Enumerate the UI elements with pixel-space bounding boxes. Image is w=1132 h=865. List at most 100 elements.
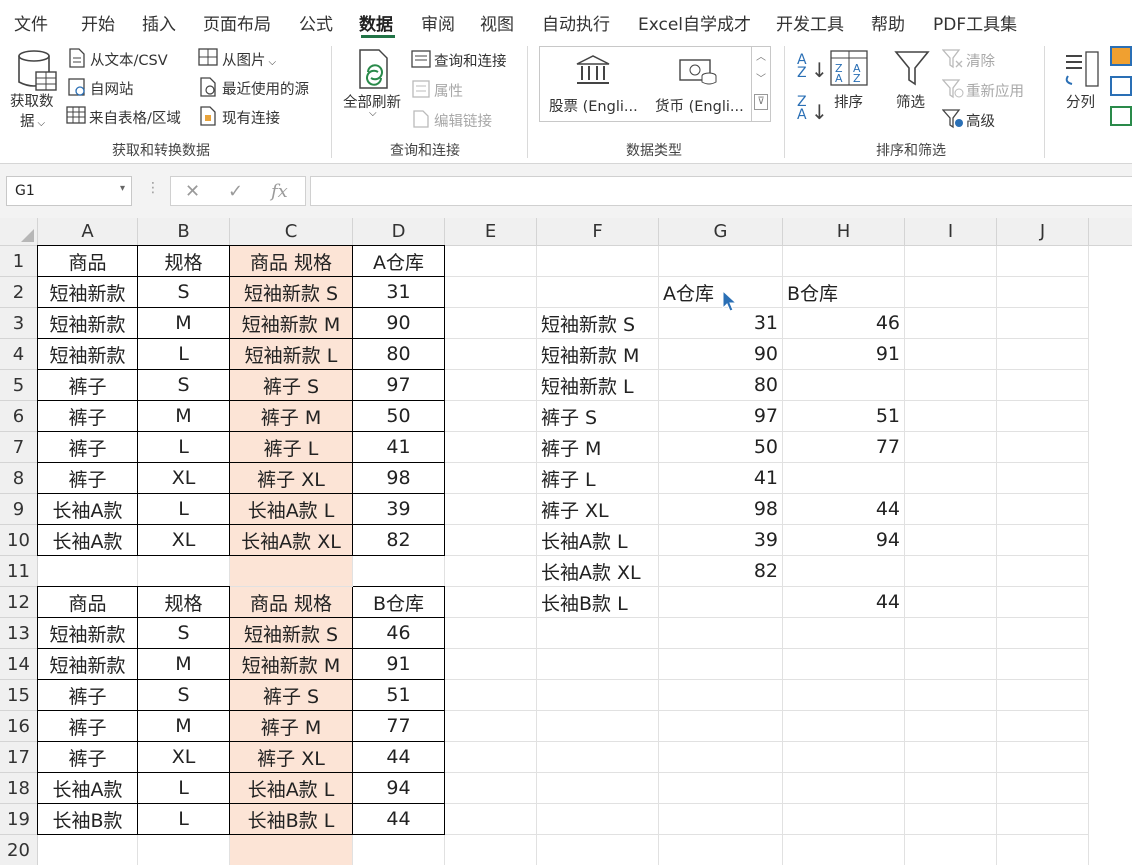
cell[interactable] (905, 494, 997, 525)
from-web-button[interactable]: 自网站 (90, 78, 134, 99)
table-cell[interactable]: 长袖A款 (37, 772, 138, 804)
cell[interactable] (997, 649, 1089, 680)
table-cell[interactable]: S (137, 617, 230, 649)
filter-button[interactable]: 筛选 (896, 91, 925, 112)
cell[interactable] (445, 618, 537, 649)
sort-az-icon[interactable]: AZ (797, 53, 807, 80)
summary-value-b[interactable]: 44 (783, 587, 905, 618)
menu-tab-1[interactable]: 文件 (14, 10, 48, 35)
cell[interactable] (997, 370, 1089, 401)
summary-value-a[interactable] (659, 587, 783, 618)
formula-input[interactable] (310, 176, 1132, 206)
cell[interactable] (905, 556, 997, 587)
cell[interactable] (445, 556, 537, 587)
table-cell[interactable]: 短袖新款 (37, 276, 138, 308)
summary-value-a[interactable]: 80 (659, 370, 783, 401)
cell[interactable] (997, 773, 1089, 804)
sort-button[interactable]: 排序 (834, 91, 863, 112)
get-data-button[interactable]: 获取数 (10, 90, 54, 111)
table-cell[interactable]: 裤子 XL (229, 462, 353, 494)
cell[interactable] (997, 277, 1089, 308)
summary-label[interactable]: 裤子 XL (537, 494, 659, 525)
table-cell[interactable]: M (137, 400, 230, 432)
column-header[interactable]: A (38, 218, 138, 246)
row-header[interactable]: 1 (0, 246, 38, 277)
table-cell[interactable]: 80 (352, 338, 445, 370)
stocks-data-type[interactable]: 股票 (Engli... (549, 95, 638, 116)
cell[interactable] (445, 711, 537, 742)
summary-value-b[interactable]: 91 (783, 339, 905, 370)
cell[interactable] (138, 835, 230, 865)
menu-tab-9[interactable]: 自动执行 (542, 10, 610, 35)
table-cell[interactable]: M (137, 648, 230, 680)
cell[interactable] (659, 804, 783, 835)
menu-tab-5[interactable]: 公式 (299, 10, 333, 35)
table-header-cell[interactable]: 商品 规格 (229, 245, 353, 277)
table-cell[interactable]: 裤子 S (229, 369, 353, 401)
cell[interactable] (905, 587, 997, 618)
existing-connections-button[interactable]: 现有连接 (222, 107, 280, 128)
cell[interactable] (783, 649, 905, 680)
cell[interactable] (659, 835, 783, 865)
table-cell[interactable]: 短袖新款 M (229, 648, 353, 680)
table-cell[interactable]: S (137, 276, 230, 308)
cell[interactable] (659, 680, 783, 711)
summary-value-b[interactable]: 46 (783, 308, 905, 339)
cell[interactable] (905, 773, 997, 804)
row-header[interactable]: 3 (0, 308, 38, 339)
cell[interactable] (537, 649, 659, 680)
cell[interactable] (353, 556, 445, 587)
cell[interactable] (537, 773, 659, 804)
table-cell[interactable]: M (137, 710, 230, 742)
table-cell[interactable]: 裤子 L (229, 431, 353, 463)
row-header[interactable]: 12 (0, 587, 38, 618)
summary-label[interactable]: 裤子 M (537, 432, 659, 463)
cell[interactable] (905, 370, 997, 401)
table-cell[interactable]: 77 (352, 710, 445, 742)
summary-value-a[interactable]: 82 (659, 556, 783, 587)
summary-value-a[interactable]: 31 (659, 308, 783, 339)
row-header[interactable]: 18 (0, 773, 38, 804)
table-cell[interactable]: 短袖新款 (37, 617, 138, 649)
cell[interactable] (537, 804, 659, 835)
table-header-cell[interactable]: 商品 (37, 586, 138, 618)
cell[interactable] (997, 804, 1089, 835)
table-cell[interactable]: 41 (352, 431, 445, 463)
table-cell[interactable]: 裤子 (37, 710, 138, 742)
clear-button[interactable]: 清除 (966, 50, 995, 71)
summary-value-b[interactable]: 51 (783, 401, 905, 432)
summary-value-a[interactable]: 39 (659, 525, 783, 556)
gallery-scroll[interactable]: ︿ ﹀ ⊽ (752, 46, 771, 122)
cell[interactable] (997, 556, 1089, 587)
table-cell[interactable]: 裤子 M (229, 710, 353, 742)
column-header[interactable]: B (138, 218, 230, 246)
cell[interactable] (905, 649, 997, 680)
table-cell[interactable]: 短袖新款 S (229, 617, 353, 649)
table-cell[interactable]: 裤子 (37, 462, 138, 494)
cell[interactable] (905, 246, 997, 277)
row-header[interactable]: 7 (0, 432, 38, 463)
table-cell[interactable]: 44 (352, 741, 445, 773)
cell[interactable] (659, 711, 783, 742)
cell[interactable] (905, 308, 997, 339)
summary-value-b[interactable]: 94 (783, 525, 905, 556)
table-cell[interactable]: XL (137, 462, 230, 494)
cell[interactable] (445, 525, 537, 556)
sort-za-icon[interactable]: ZA (797, 95, 807, 122)
queries-connections-button[interactable]: 查询和连接 (434, 50, 507, 71)
column-header[interactable]: D (353, 218, 445, 246)
table-header-cell[interactable]: B仓库 (352, 586, 445, 618)
row-header[interactable]: 14 (0, 649, 38, 680)
cell[interactable] (445, 804, 537, 835)
cell[interactable] (230, 556, 353, 587)
table-header-cell[interactable]: 商品 规格 (229, 586, 353, 618)
advanced-button[interactable]: 高级 (966, 110, 995, 131)
cell[interactable] (445, 742, 537, 773)
table-cell[interactable]: 短袖新款 S (229, 276, 353, 308)
summary-value-b[interactable] (783, 556, 905, 587)
table-cell[interactable]: 短袖新款 (37, 648, 138, 680)
cell[interactable] (997, 711, 1089, 742)
cell[interactable] (997, 587, 1089, 618)
cell[interactable] (445, 277, 537, 308)
row-header[interactable]: 15 (0, 680, 38, 711)
